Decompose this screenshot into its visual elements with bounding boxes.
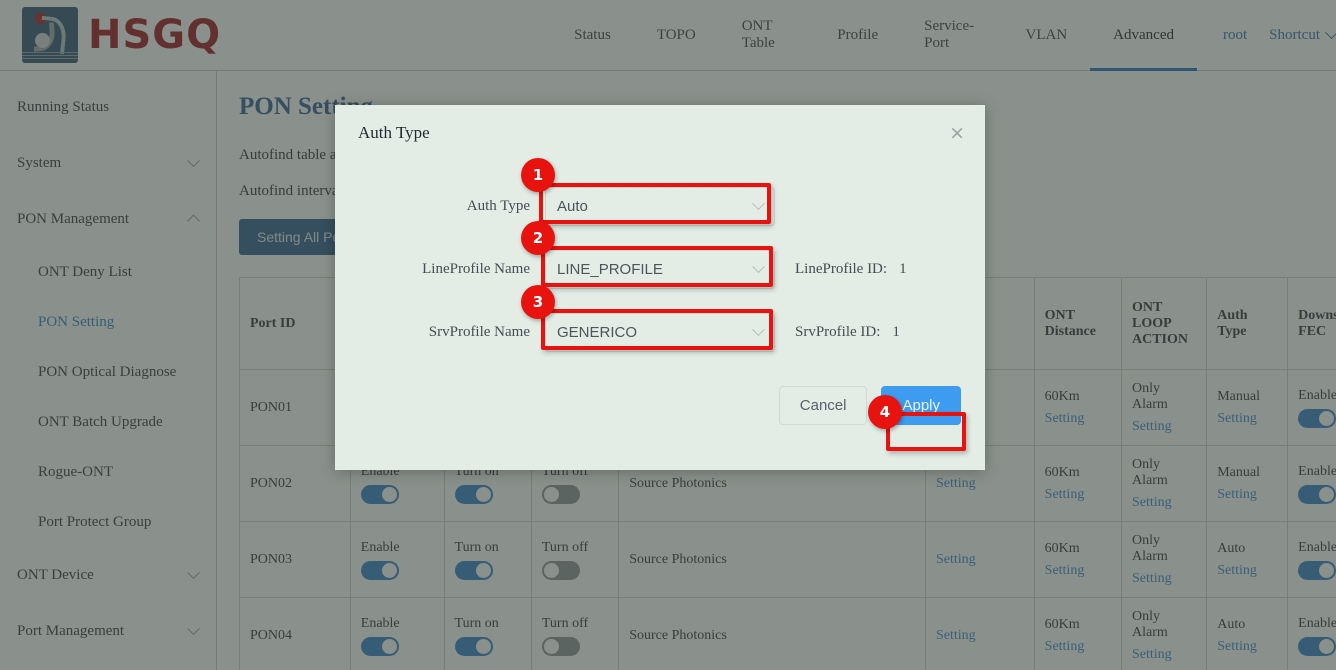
chevron-down-icon — [752, 323, 765, 336]
profile-id-label: LineProfile ID: — [795, 261, 887, 277]
profile-id-label: SrvProfile ID: — [795, 324, 880, 340]
profile-id-readout: SrvProfile ID: 1 — [795, 324, 900, 341]
close-icon[interactable]: × — [949, 124, 965, 143]
field-label: LineProfile Name — [335, 261, 545, 278]
profile-id-readout: LineProfile ID: 1 — [795, 261, 907, 278]
chevron-down-icon — [752, 197, 765, 210]
annotation-badge-1: 1 — [521, 158, 555, 192]
cancel-button[interactable]: Cancel — [779, 386, 868, 425]
select-srvprofile-name[interactable]: GENERICO — [545, 313, 775, 352]
select-value: GENERICO — [557, 324, 637, 341]
dialog-header: Auth Type × — [335, 105, 985, 161]
dialog-title: Auth Type — [358, 123, 430, 143]
chevron-down-icon — [752, 260, 765, 273]
annotation-badge-4: 4 — [868, 395, 902, 429]
profile-id-value: 1 — [899, 261, 907, 277]
select-value: Auto — [557, 198, 588, 215]
form-row: SrvProfile Name GENERICO SrvProfile ID: 1 — [335, 301, 985, 364]
form-row: Auth Type Auto — [335, 175, 985, 238]
dialog-form: Auth Type Auto LineProfile Name LINE_PROFIL… — [335, 161, 985, 364]
form-row: LineProfile Name LINE_PROFILE LineProfile … — [335, 238, 985, 301]
select-lineprofile-name[interactable]: LINE_PROFILE — [545, 250, 775, 289]
select-value: LINE_PROFILE — [557, 261, 663, 278]
field-label: Auth Type — [335, 198, 545, 215]
annotation-badge-3: 3 — [521, 285, 555, 319]
field-label: SrvProfile Name — [335, 324, 545, 341]
profile-id-value: 1 — [892, 324, 900, 340]
select-auth-type[interactable]: Auto — [545, 187, 775, 226]
annotation-badge-2: 2 — [521, 221, 555, 255]
